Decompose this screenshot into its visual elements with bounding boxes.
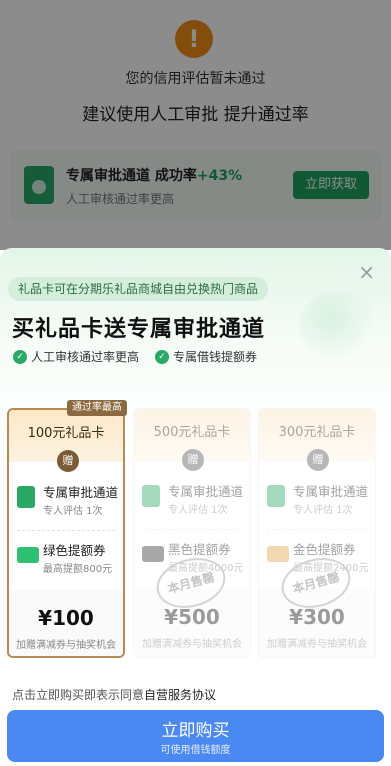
agreement-text: 点击立即购买即表示同意自营服务协议: [12, 686, 216, 703]
row-title: 金色提额券: [293, 542, 356, 557]
row-title: 专属审批通道: [293, 484, 369, 499]
green-coupon-icon: [17, 547, 39, 563]
divider: [267, 529, 367, 530]
buy-button-sublabel: 可使用借钱额度: [160, 745, 231, 756]
benefit-list: ✓ 人工审核通过率更高 ✓ 专属借钱提额券: [13, 348, 257, 365]
price-note: 加赠满减券与抽奖机会: [142, 639, 242, 650]
row-title: 黑色提额券: [168, 542, 231, 557]
gift-icon: 赠: [57, 450, 79, 472]
price: ¥300: [289, 605, 345, 629]
document-icon: [17, 486, 35, 508]
row-desc: 最高提额800元: [43, 564, 113, 575]
divider: [17, 530, 115, 531]
price-note: 加赠满减券与抽奖机会: [16, 640, 116, 651]
approval-channel-row: 专属审批通道 专人评估 1次: [142, 481, 250, 521]
check-icon: ✓: [155, 349, 170, 364]
highest-pass-rate-badge: 通过率最高: [67, 400, 127, 416]
info-pill: 礼品卡可在分期乐礼品商城自由兑换热门商品: [8, 277, 269, 301]
row-title: 绿色提额券: [43, 543, 106, 558]
gift-card-sheet: × 礼品卡可在分期乐礼品商城自由兑换热门商品 买礼品卡送专属审批通道 ✓ 人工审…: [0, 248, 391, 766]
black-coupon-icon: [142, 546, 164, 562]
row-title: 专属审批通道: [43, 485, 119, 500]
gift-card-option-100[interactable]: 100元礼品卡 赠 专属审批通道 专人评估 1次 绿色提额券 最高提额800元 …: [7, 408, 125, 658]
check-icon: ✓: [13, 349, 27, 364]
agreement-prefix: 点击立即购买即表示同意: [12, 688, 145, 702]
benefit-item: ✓ 专属借钱提额券: [155, 348, 257, 365]
document-icon: [142, 485, 160, 507]
decorative-shape: [299, 290, 379, 360]
price-section: ¥100 加赠满减券与抽奖机会: [9, 590, 123, 656]
gold-coupon-icon: [267, 546, 289, 562]
benefit-item: ✓ 人工审核通过率更高: [13, 348, 139, 365]
gift-icon: 赠: [307, 449, 329, 471]
price-note: 加赠满减券与抽奖机会: [267, 639, 367, 650]
document-icon: [267, 485, 285, 507]
row-title: 专属审批通道: [168, 484, 244, 499]
service-agreement-link[interactable]: 自营服务协议: [144, 688, 216, 702]
benefit-label: 人工审核通过率更高: [31, 350, 140, 364]
coupon-row: 绿色提额券 最高提额800元: [17, 540, 123, 580]
row-desc: 专人评估 1次: [293, 505, 353, 516]
approval-channel-row: 专属审批通道 专人评估 1次: [17, 482, 123, 522]
approval-channel-row: 专属审批通道 专人评估 1次: [267, 481, 375, 521]
row-desc: 专人评估 1次: [168, 505, 228, 516]
gift-card-options: 通过率最高 100元礼品卡 赠 专属审批通道 专人评估 1次 绿色提额券 最高提…: [7, 400, 384, 658]
gift-card-option-300: 300元礼品卡 赠 专属审批通道 专人评估 1次 金色提额券 最高提额2400元…: [258, 408, 376, 658]
gift-icon: 赠: [182, 449, 204, 471]
buy-now-button[interactable]: 立即购买 可使用借钱额度: [7, 710, 384, 762]
divider: [142, 529, 242, 530]
close-icon[interactable]: ×: [358, 262, 375, 282]
benefit-label: 专属借钱提额券: [173, 350, 258, 364]
price: ¥500: [164, 605, 220, 629]
row-desc: 专人评估 1次: [43, 506, 103, 517]
modal-overlay[interactable]: [0, 0, 391, 250]
buy-button-label: 立即购买: [161, 721, 230, 741]
gift-card-option-500: 500元礼品卡 赠 专属审批通道 专人评估 1次 黑色提额券 最高提额4000元…: [133, 408, 251, 658]
sheet-headline: 买礼品卡送专属审批通道: [12, 317, 266, 342]
price: ¥100: [38, 606, 94, 630]
